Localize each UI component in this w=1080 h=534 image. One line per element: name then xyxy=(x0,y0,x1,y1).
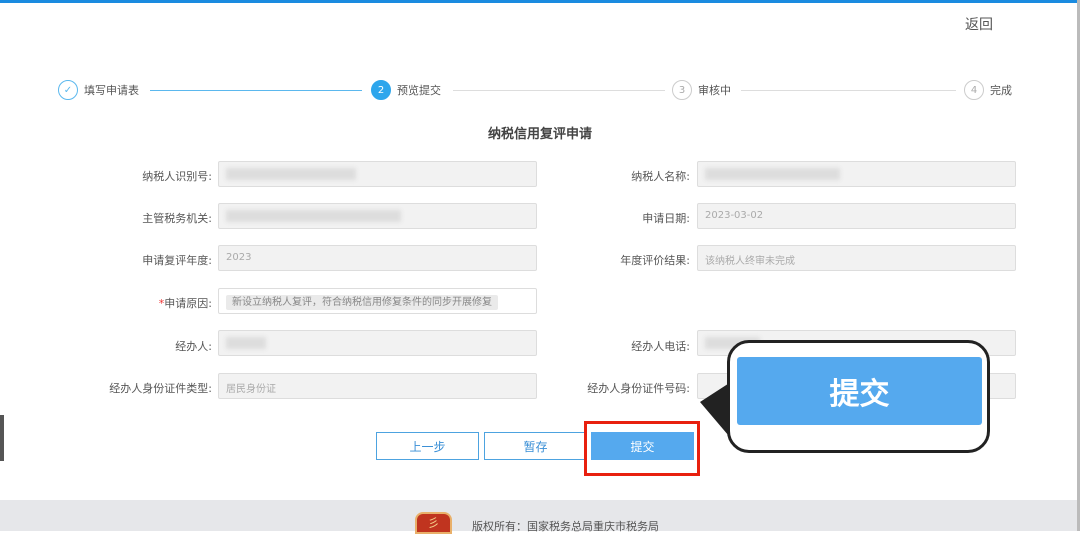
apply-date-field[interactable]: 2023-03-02 xyxy=(697,203,1016,229)
reason-field[interactable]: 新设立纳税人复评，符合纳税信用修复条件的同步开展修复 xyxy=(218,288,537,314)
reason-label: *申请原因: xyxy=(12,295,212,311)
form-title: 纳税信用复评申请 xyxy=(487,127,592,142)
reason-label-text: 申请原因: xyxy=(164,297,212,310)
side-tab[interactable] xyxy=(0,415,4,461)
back-link[interactable]: 返回 xyxy=(965,14,993,34)
step-reviewing: 3 审核中 xyxy=(672,80,731,100)
step-number: 3 xyxy=(672,80,692,100)
apply-date-label: 申请日期: xyxy=(642,212,690,225)
step-connector xyxy=(150,90,362,91)
check-icon: ✓ xyxy=(58,80,78,100)
taxpayer-id-label: 纳税人识别号: xyxy=(142,170,212,183)
taxpayer-name-label: 纳税人名称: xyxy=(631,170,690,183)
redacted-value xyxy=(226,210,401,222)
progress-steps: ✓ 填写申请表 2 预览提交 3 审核中 4 完成 xyxy=(58,80,1018,102)
redacted-value xyxy=(226,337,266,349)
result-field[interactable]: 该纳税人终审未完成 xyxy=(697,245,1016,271)
tax-authority-label: 主管税务机关: xyxy=(142,212,212,225)
step-label: 完成 xyxy=(990,84,1012,97)
step-complete: 4 完成 xyxy=(964,80,1012,100)
redacted-value xyxy=(226,168,356,180)
highlight-box xyxy=(584,421,700,476)
redacted-value xyxy=(705,168,840,180)
step-fill-form: ✓ 填写申请表 xyxy=(58,80,139,100)
step-label: 填写申请表 xyxy=(84,84,139,97)
step-number: 2 xyxy=(371,80,391,100)
id-type-label: 经办人身份证件类型: xyxy=(109,382,212,395)
step-label: 审核中 xyxy=(698,84,731,97)
review-year-label: 申请复评年度: xyxy=(142,254,212,267)
taxpayer-name-field[interactable] xyxy=(697,161,1016,187)
agent-phone-label: 经办人电话: xyxy=(631,340,690,353)
step-connector xyxy=(741,90,956,91)
step-label: 预览提交 xyxy=(397,84,441,97)
copyright-text: 版权所有：国家税务总局重庆市税务局 xyxy=(472,520,659,533)
reason-tag: 新设立纳税人复评，符合纳税信用修复条件的同步开展修复 xyxy=(226,295,498,310)
step-preview-submit: 2 预览提交 xyxy=(371,80,441,100)
save-draft-button[interactable]: 暂存 xyxy=(484,432,587,460)
step-connector xyxy=(453,90,665,91)
top-accent-bar xyxy=(0,0,1080,3)
result-label: 年度评价结果: xyxy=(620,254,690,267)
step-number: 4 xyxy=(964,80,984,100)
prev-step-button[interactable]: 上一步 xyxy=(376,432,479,460)
agent-label: 经办人: xyxy=(175,340,212,353)
id-number-label: 经办人身份证件号码: xyxy=(587,382,690,395)
callout-submit-label: 提交 xyxy=(737,357,982,425)
